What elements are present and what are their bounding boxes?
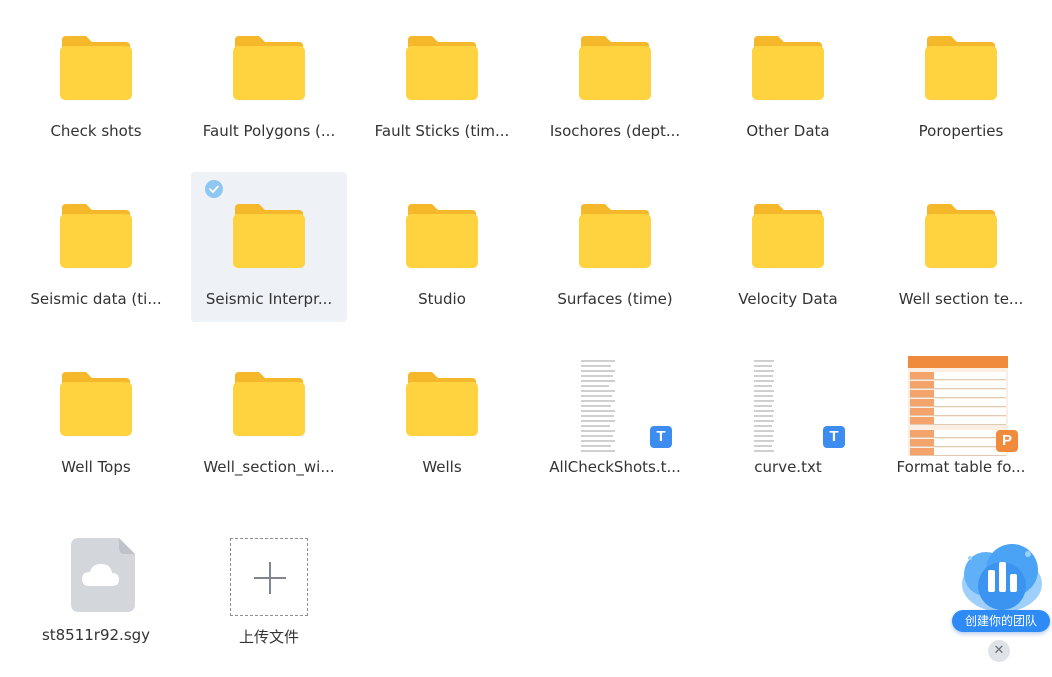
file-name: AllCheckShots.t... [549,458,681,476]
folder-item[interactable]: Other Data [710,4,866,154]
file-name: Isochores (dept... [549,122,681,140]
folder-item[interactable]: Wells [364,340,520,490]
folder-item[interactable]: Check shots [18,4,174,154]
close-icon[interactable]: ✕ [988,640,1010,662]
folder-item[interactable]: Fault Sticks (tim... [364,4,520,154]
file-name: st8511r92.sgy [41,626,151,644]
folder-item[interactable]: Isochores (dept... [537,4,693,154]
text-file-thumbnail [754,356,776,456]
folder-item[interactable]: Seismic data (ti... [18,172,174,322]
folder-icon [579,36,651,100]
folder-icon [406,204,478,268]
folder-item[interactable]: Well Tops [18,340,174,490]
upload-file-button[interactable]: 上传文件 [191,508,347,658]
folder-icon [752,36,824,100]
text-file-item[interactable]: T curve.txt [710,340,866,490]
text-file-thumbnail [581,356,617,456]
folder-item[interactable]: Poroperties [883,4,1039,154]
file-name: curve.txt [754,458,822,476]
file-name: Well_section_wi... [203,458,335,476]
cloud-file-item[interactable]: st8511r92.sgy [18,508,174,658]
text-file-item[interactable]: T AllCheckShots.t... [537,340,693,490]
folder-icon [406,372,478,436]
presentation-thumbnail [908,356,1008,456]
plus-icon[interactable] [230,538,308,616]
file-name: Well Tops [61,458,131,476]
folder-icon [60,204,132,268]
file-name: Other Data [746,122,830,140]
folder-icon [60,372,132,436]
file-name: Wells [422,458,462,476]
folder-icon [579,204,651,268]
file-name: Studio [418,290,466,308]
file-name: Fault Polygons (... [202,122,336,140]
txt-badge-icon: T [650,426,672,448]
folder-icon [233,36,305,100]
txt-badge-icon: T [823,426,845,448]
folder-icon [925,204,997,268]
ppt-badge-icon: P [996,430,1018,452]
file-name: Well section te... [898,290,1024,308]
folder-item[interactable]: Velocity Data [710,172,866,322]
create-team-button[interactable]: 创建你的团队 [952,610,1050,632]
file-name: Seismic data (ti... [30,290,162,308]
file-name: Check shots [50,122,142,140]
presentation-file-item[interactable]: P Format table fo... [883,340,1039,490]
file-name: Fault Sticks (tim... [374,122,510,140]
folder-item[interactable]: Surfaces (time) [537,172,693,322]
folder-icon [406,36,478,100]
folder-icon [925,36,997,100]
folder-item[interactable]: Fault Polygons (... [191,4,347,154]
folder-icon [233,204,305,268]
file-name: Seismic Interpr... [205,290,333,308]
folder-item[interactable]: Well section te... [883,172,1039,322]
folder-item[interactable]: Well_section_wi... [191,340,347,490]
folder-item[interactable]: Studio [364,172,520,322]
create-team-widget[interactable]: 创建你的团队 ✕ [950,540,1052,670]
upload-label: 上传文件 [238,628,299,646]
cloud-chart-icon [962,544,1042,612]
file-name: Velocity Data [738,290,838,308]
file-name: Surfaces (time) [557,290,673,308]
folder-item-selected[interactable]: Seismic Interpr... [191,172,347,322]
checkmark-icon[interactable] [205,180,223,198]
cloud-file-icon [71,538,135,612]
folder-icon [233,372,305,436]
file-name: Poroperties [918,122,1004,140]
folder-icon [752,204,824,268]
folder-icon [60,36,132,100]
file-name: Format table fo... [896,458,1026,476]
